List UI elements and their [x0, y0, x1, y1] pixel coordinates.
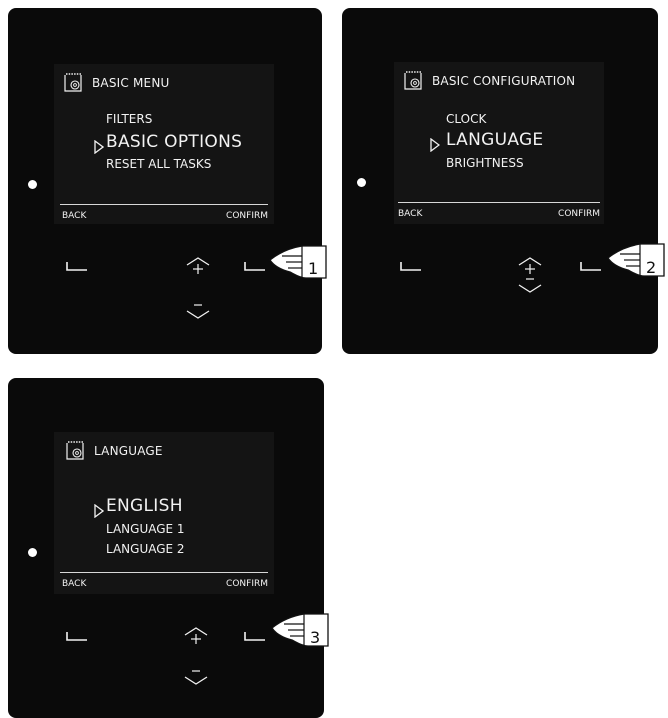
control-panel-3: LANGUAGE ENGLISH LANGUAGE 1 LANGUAGE 2 B… — [8, 378, 324, 718]
control-panel-1: BASIC MENU FILTERS BASIC OPTIONS RESET A… — [8, 8, 322, 354]
status-led — [357, 178, 366, 187]
up-plus-button[interactable] — [186, 256, 210, 276]
menu-item[interactable]: RESET ALL TASKS — [106, 157, 211, 171]
back-softkey-label: BACK — [398, 209, 423, 219]
menu-item-selected[interactable]: ENGLISH — [106, 496, 183, 516]
confirm-button[interactable] — [244, 260, 266, 272]
softkey-divider — [60, 572, 268, 573]
calendar-gear-icon — [64, 73, 82, 92]
status-led — [28, 548, 37, 557]
screen-title-text: BASIC CONFIGURATION — [432, 74, 576, 88]
menu-item[interactable]: LANGUAGE 2 — [106, 542, 185, 556]
down-minus-button[interactable] — [184, 668, 208, 688]
back-softkey-label: BACK — [62, 579, 87, 589]
softkey-divider — [398, 202, 600, 203]
up-plus-button[interactable] — [518, 256, 542, 276]
step-number: 2 — [646, 258, 657, 277]
display-screen: BASIC MENU FILTERS BASIC OPTIONS RESET A… — [54, 64, 274, 224]
selection-cursor-icon — [94, 140, 104, 154]
menu-item[interactable]: CLOCK — [446, 112, 486, 126]
screen-title-text: LANGUAGE — [94, 444, 163, 458]
confirm-button[interactable] — [244, 630, 266, 642]
selection-cursor-icon — [430, 138, 440, 152]
down-minus-button[interactable] — [186, 302, 210, 322]
softkey-divider — [60, 204, 268, 205]
pointing-hand-icon — [269, 245, 327, 279]
back-softkey-label: BACK — [62, 211, 87, 221]
step-number: 1 — [308, 259, 319, 278]
back-button[interactable] — [400, 260, 422, 272]
down-minus-button[interactable] — [518, 276, 542, 296]
screen-title-text: BASIC MENU — [92, 76, 170, 90]
status-led — [28, 180, 37, 189]
menu-item-selected[interactable]: BASIC OPTIONS — [106, 132, 242, 152]
confirm-softkey-label: CONFIRM — [226, 579, 268, 589]
confirm-button[interactable] — [580, 260, 602, 272]
display-screen: LANGUAGE ENGLISH LANGUAGE 1 LANGUAGE 2 B… — [54, 432, 274, 594]
control-panel-2: BASIC CONFIGURATION CLOCK LANGUAGE BRIGH… — [342, 8, 658, 354]
calendar-gear-icon — [404, 71, 422, 90]
calendar-gear-icon — [66, 441, 84, 460]
up-plus-button[interactable] — [184, 626, 208, 646]
menu-item-selected[interactable]: LANGUAGE — [446, 130, 543, 150]
confirm-softkey-label: CONFIRM — [226, 211, 268, 221]
menu-item[interactable]: BRIGHTNESS — [446, 156, 524, 170]
menu-item[interactable]: LANGUAGE 1 — [106, 522, 185, 536]
confirm-softkey-label: CONFIRM — [558, 209, 600, 219]
back-button[interactable] — [66, 260, 88, 272]
pointing-hand-icon — [607, 243, 665, 277]
back-button[interactable] — [66, 630, 88, 642]
menu-item[interactable]: FILTERS — [106, 112, 152, 126]
display-screen: BASIC CONFIGURATION CLOCK LANGUAGE BRIGH… — [394, 62, 604, 224]
pointing-hand-icon — [271, 613, 329, 647]
step-number: 3 — [310, 628, 321, 647]
selection-cursor-icon — [94, 504, 104, 518]
